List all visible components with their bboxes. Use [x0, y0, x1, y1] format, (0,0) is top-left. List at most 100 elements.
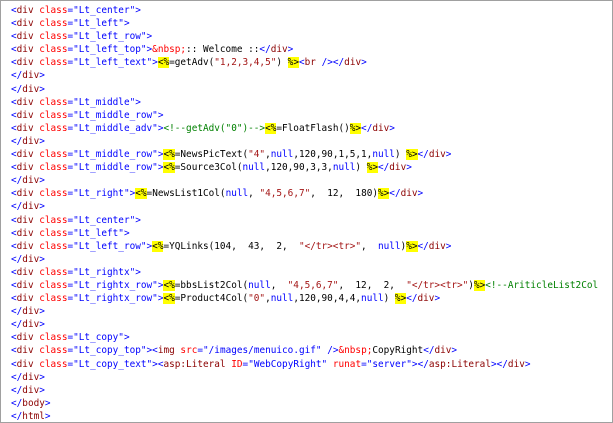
markup-bracket: </	[417, 358, 429, 370]
markup-bracket: >	[451, 345, 458, 357]
server-code: )	[355, 162, 367, 174]
attribute-value: "Lt_copy_top"	[73, 345, 147, 357]
code-line[interactable]: <div class="Lt_middle_adv"><!--getAdv("0…	[11, 122, 598, 135]
markup-bracket: >	[287, 44, 294, 56]
server-code: =FloatFlash()	[276, 122, 350, 134]
markup-bracket: </	[11, 175, 23, 187]
code-view[interactable]: <div class="Lt_center"> <div class="Lt_le…	[11, 4, 598, 422]
code-line[interactable]: <div class="Lt_middle">	[11, 96, 598, 109]
markup-bracket: </	[406, 293, 418, 305]
code-line[interactable]: <div class="Lt_left">	[11, 227, 598, 240]
attribute-name: class	[39, 358, 68, 370]
tag-name: div	[16, 5, 34, 16]
markup-bracket: >	[44, 397, 51, 409]
server-code: =Source3Col(	[174, 162, 243, 174]
code-line[interactable]: <div class="Lt_left_text"><%=getAdv("1,2…	[11, 56, 598, 69]
asp-delimiter: %>	[406, 240, 418, 252]
code-editor[interactable]: <div class="Lt_center"> <div class="Lt_le…	[0, 0, 613, 423]
attribute-value: "Lt_middle_row"	[73, 109, 158, 121]
code-keyword: null	[361, 293, 384, 305]
tag-name: div	[16, 332, 34, 344]
markup-bracket: >	[123, 18, 130, 30]
code-line[interactable]: <div class="Lt_left_top">&nbsp;:: Welcom…	[11, 43, 598, 56]
attribute-name: class	[39, 44, 68, 56]
asp-delimiter: %>	[473, 279, 486, 291]
code-line[interactable]: </div>	[11, 200, 598, 213]
server-code: ,	[248, 188, 260, 200]
server-code: , 12, 2,	[338, 279, 407, 291]
tag-name: div	[16, 122, 34, 134]
tag-name: div	[16, 266, 34, 278]
attribute-name: class	[39, 345, 68, 357]
text-content: :: Welcome ::	[186, 44, 260, 56]
attribute-name: class	[39, 18, 68, 30]
tag-name: div	[16, 96, 34, 108]
server-code: , 12, 180)	[310, 188, 378, 200]
code-line[interactable]: <div class="Lt_left_row">	[11, 30, 598, 43]
attribute-name: class	[39, 149, 68, 161]
code-line[interactable]: <div class="Lt_copy_text"><asp:Literal I…	[11, 358, 598, 371]
server-code: )	[383, 293, 395, 305]
attribute-value: "Lt_rightx"	[73, 266, 136, 278]
attribute-name: runat	[332, 358, 362, 370]
code-line[interactable]: <div class="Lt_copy">	[11, 331, 598, 344]
server-code: ,120,90,1,5,1,	[293, 149, 373, 161]
code-line[interactable]: <div class="Lt_middle_row">	[11, 109, 598, 122]
code-line[interactable]: <div class="Lt_rightx_row"><%=Product4Co…	[11, 292, 598, 305]
markup-bracket: </	[11, 306, 23, 318]
server-code: =Product4Col(	[174, 293, 249, 305]
asp-delimiter: %>	[394, 293, 407, 305]
server-code: ,120,90,4,4,	[293, 293, 362, 305]
code-line[interactable]: <div class="Lt_rightx">	[11, 266, 598, 279]
tag-name: div	[16, 279, 34, 291]
code-line[interactable]: </div>	[11, 384, 598, 397]
tag-name: img	[157, 345, 175, 357]
code-line[interactable]: </div>	[11, 83, 598, 96]
asp-delimiter: <%	[163, 149, 175, 161]
markup-bracket: >	[406, 162, 412, 174]
code-line[interactable]: <div class="Lt_middle_row"><%=NewsPicTex…	[11, 148, 598, 161]
tag-name: div	[16, 44, 34, 56]
code-keyword: null	[372, 149, 395, 161]
code-line[interactable]: <div class="Lt_right"><%=NewsList1Col(nu…	[11, 187, 598, 200]
code-line[interactable]: </div>	[11, 253, 598, 266]
code-line[interactable]: <div class="Lt_left">	[11, 17, 598, 30]
tag-name: div	[16, 214, 34, 226]
tag-name: div	[417, 293, 435, 305]
code-line[interactable]: <div class="Lt_center">	[11, 4, 598, 17]
code-line[interactable]: </div>	[11, 174, 598, 187]
markup-bracket: >	[146, 31, 153, 43]
code-line[interactable]: <div class="Lt_middle_row"><%=Source3Col…	[11, 161, 598, 174]
attribute-name: class	[39, 214, 68, 226]
attribute-name: class	[39, 109, 68, 121]
code-string: "1,2,3,4,5"	[214, 57, 277, 69]
markup-bracket: </	[11, 410, 23, 422]
html-entity: &nbsp;	[338, 345, 373, 357]
code-line[interactable]: <div class="Lt_copy_top"><img src="/imag…	[11, 344, 598, 357]
markup-bracket: >	[39, 306, 45, 318]
code-string: "</tr><tr>"	[298, 240, 362, 252]
code-line[interactable]: <div class="Lt_center">	[11, 214, 598, 227]
code-line[interactable]: </div>	[11, 371, 598, 384]
code-line[interactable]: <div class="Lt_left_row"><%=YQLinks(104,…	[11, 240, 598, 253]
markup-bracket: >	[39, 384, 45, 396]
code-keyword: null	[377, 240, 401, 252]
tag-name: div	[507, 358, 525, 370]
code-line[interactable]: </div>	[11, 305, 598, 318]
markup-bracket: >	[39, 201, 45, 213]
server-code: =NewsPicText(	[174, 149, 249, 161]
tag-name: div	[16, 31, 34, 43]
code-line[interactable]: </body>	[11, 397, 598, 410]
tag-name: div	[22, 70, 40, 82]
code-line[interactable]: </html>	[11, 410, 598, 422]
code-line[interactable]: </div>	[11, 135, 598, 148]
asp-delimiter: <%	[152, 240, 164, 252]
markup-bracket: </	[417, 240, 429, 252]
attribute-name: class	[39, 332, 68, 344]
code-line[interactable]: <div class="Lt_rightx_row"><%=bbsList2Co…	[11, 279, 598, 292]
code-line[interactable]: </div>	[11, 69, 598, 82]
markup-bracket: >	[39, 175, 45, 187]
markup-bracket: >	[39, 70, 45, 82]
code-line[interactable]: </div>	[11, 318, 598, 331]
tag-name: div	[16, 227, 34, 239]
